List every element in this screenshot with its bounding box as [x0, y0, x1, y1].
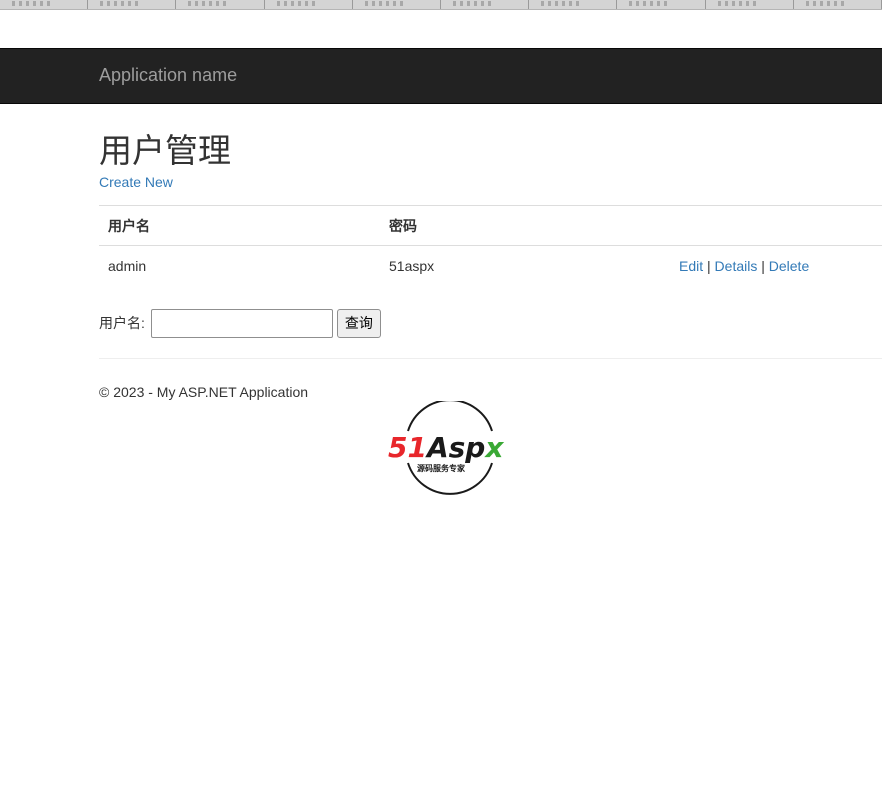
footer-divider [99, 358, 882, 359]
footer-copyright: © 2023 - My ASP.NET Application [99, 384, 309, 400]
create-new-link[interactable]: Create New [99, 174, 173, 190]
toolbar-segment [176, 0, 265, 9]
username-search-input[interactable] [150, 308, 333, 338]
table-header-row: 用户名 密码 [99, 205, 882, 246]
toolbar-segment [265, 0, 353, 9]
cell-actions: Edit | Details | Delete [670, 245, 882, 287]
logo-text-red: 51 [388, 431, 427, 464]
column-header-username: 用户名 [99, 205, 380, 246]
toolbar-segment [617, 0, 706, 9]
svg-text:51Aspx: 51Aspx [388, 431, 504, 464]
logo-tagline: 源码服务专家 [417, 463, 466, 473]
toolbar-segment [794, 0, 882, 9]
page-title: 用户管理 [99, 131, 231, 170]
table-row: admin 51aspx Edit | Details | Delete [99, 245, 882, 287]
logo-text-green: x [483, 431, 504, 464]
navbar-brand-link[interactable]: Application name [99, 65, 237, 86]
toolbar-segment [0, 0, 89, 9]
column-header-actions [670, 205, 882, 246]
cell-password: 51aspx [380, 245, 670, 287]
search-label: 用户名: [99, 315, 145, 331]
action-separator: | [761, 258, 765, 275]
top-spacer [0, 10, 882, 46]
edit-link[interactable]: Edit [679, 258, 703, 274]
search-button[interactable]: 查询 [336, 308, 381, 338]
navbar: Application name [0, 48, 882, 104]
51aspx-logo: 51Aspx 源码服务专家 [388, 401, 504, 495]
search-form: 用户名: 查询 [99, 308, 381, 338]
action-separator: | [707, 258, 711, 275]
column-header-password: 密码 [380, 205, 670, 246]
toolbar-segment [88, 0, 177, 9]
logo-text-black: Asp [425, 431, 485, 464]
details-link[interactable]: Details [715, 258, 758, 274]
users-table: 用户名 密码 admin 51aspx Edit | Details | Del… [99, 205, 882, 287]
cell-username: admin [99, 245, 380, 287]
browser-toolbar-strip [0, 0, 882, 10]
delete-link[interactable]: Delete [769, 258, 809, 274]
toolbar-segment [353, 0, 442, 9]
toolbar-segment [441, 0, 530, 9]
toolbar-segment [706, 0, 794, 9]
toolbar-segment [529, 0, 618, 9]
